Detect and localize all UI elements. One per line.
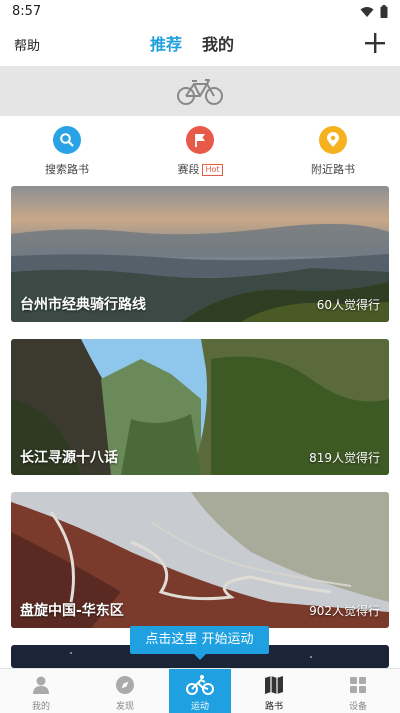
battery-icon xyxy=(380,5,388,18)
location-pin-icon xyxy=(319,126,347,154)
status-bar: 8:57 xyxy=(0,0,400,24)
search-routes-label: 搜索路书 xyxy=(45,163,89,176)
route-card[interactable]: 盘旋中国-华东区 902人觉得行 xyxy=(11,492,389,628)
status-icons xyxy=(360,5,388,18)
nav-devices[interactable]: 设备 xyxy=(327,669,389,713)
tooltip-arrow xyxy=(194,654,206,660)
nav-routes-label: 路书 xyxy=(264,702,283,712)
route-card[interactable]: 长江寻源十八话 819人觉得行 xyxy=(11,339,389,475)
bottom-nav: 我的 发现 运动 路书 设备 xyxy=(0,668,400,713)
flag-icon xyxy=(186,126,214,154)
nearby-routes-button[interactable]: 附近路书 xyxy=(273,126,393,177)
wifi-icon xyxy=(360,6,374,17)
nav-me-label: 我的 xyxy=(31,702,50,712)
banner[interactable] xyxy=(0,66,400,116)
route-title: 盘旋中国-华东区 xyxy=(20,603,124,619)
nav-exercise-label: 运动 xyxy=(190,702,209,712)
route-likes: 60人觉得行 xyxy=(316,298,380,312)
nav-me[interactable]: 我的 xyxy=(10,669,72,713)
route-title: 台州市经典骑行路线 xyxy=(20,297,146,313)
nav-devices-label: 设备 xyxy=(348,702,367,712)
route-likes: 819人觉得行 xyxy=(309,451,380,465)
bicycle-icon xyxy=(177,79,223,105)
nav-discover[interactable]: 发现 xyxy=(94,669,156,713)
segments-label: 赛段 xyxy=(177,163,200,176)
segments-label-row: 赛段 Hot xyxy=(140,161,260,177)
compass-icon xyxy=(116,676,134,694)
segments-button[interactable]: 赛段 Hot xyxy=(140,126,260,177)
route-card[interactable]: 台州市经典骑行路线 60人觉得行 xyxy=(11,186,389,322)
grid-icon xyxy=(350,677,366,693)
tab-mine[interactable]: 我的 xyxy=(202,31,234,55)
nav-exercise[interactable]: 运动 xyxy=(169,669,231,713)
top-tabs: 推荐 我的 xyxy=(150,31,234,55)
bike-icon xyxy=(186,675,214,695)
nav-routes[interactable]: 路书 xyxy=(243,669,305,713)
quick-actions: 搜索路书 赛段 Hot 附近路书 xyxy=(0,116,400,182)
nearby-routes-label: 附近路书 xyxy=(311,163,355,176)
start-exercise-tooltip[interactable]: 点击这里 开始运动 xyxy=(130,626,269,654)
top-navbar: 帮助 推荐 我的 xyxy=(0,24,400,66)
person-icon xyxy=(33,676,49,694)
help-link[interactable]: 帮助 xyxy=(14,35,40,54)
tab-recommend[interactable]: 推荐 xyxy=(150,31,182,55)
route-title: 长江寻源十八话 xyxy=(20,450,118,466)
search-icon xyxy=(53,126,81,154)
nav-discover-label: 发现 xyxy=(115,702,134,712)
hot-badge: Hot xyxy=(202,164,223,176)
route-likes: 902人觉得行 xyxy=(309,604,380,618)
search-routes-button[interactable]: 搜索路书 xyxy=(7,126,127,177)
status-time: 8:57 xyxy=(12,4,42,19)
add-icon[interactable] xyxy=(364,32,386,54)
map-icon xyxy=(265,676,283,694)
